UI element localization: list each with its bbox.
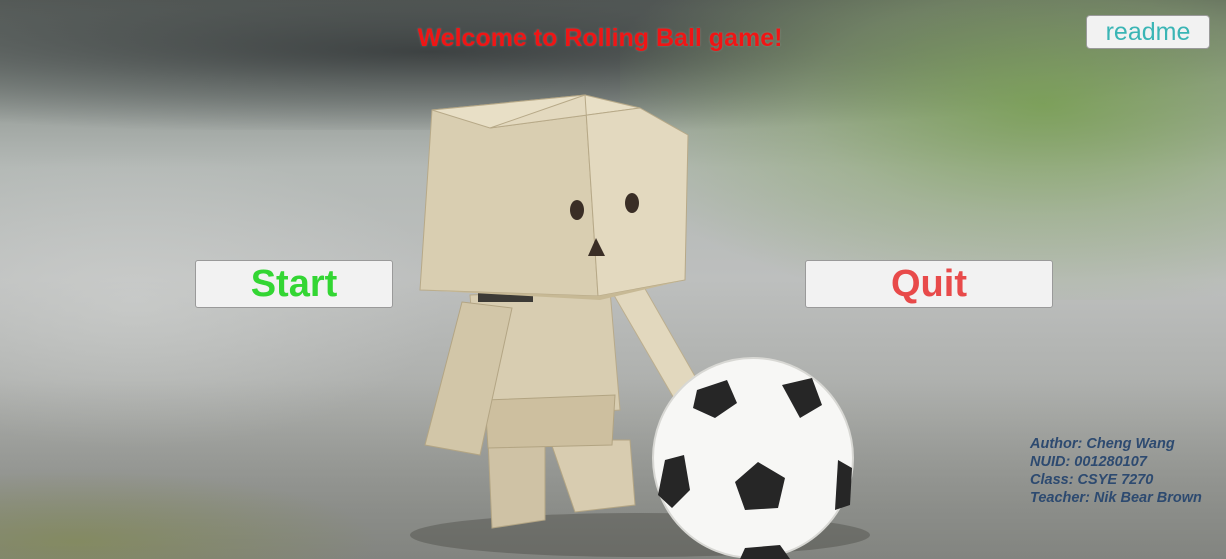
game-title: Welcome to Rolling Ball game! [417, 24, 783, 52]
credits-panel: Author: Cheng Wang NUID: 001280107 Class… [1030, 435, 1202, 507]
credits-author: Author: Cheng Wang [1030, 436, 1175, 452]
start-button[interactable]: Start [195, 260, 393, 308]
robot-head [419, 94, 689, 300]
main-menu-screen: Welcome to Rolling Ball game! Start Quit… [0, 0, 1226, 559]
robot-right-arm [607, 279, 701, 401]
credits-teacher: Teacher: Nik Bear Brown [1030, 490, 1202, 506]
credits-class: Class: CSYE 7270 [1030, 472, 1154, 488]
credits-nuid: NUID: 001280107 [1030, 454, 1147, 470]
quit-button[interactable]: Quit [805, 260, 1053, 308]
soccer-ball [652, 357, 854, 559]
readme-button[interactable]: readme [1086, 15, 1210, 49]
